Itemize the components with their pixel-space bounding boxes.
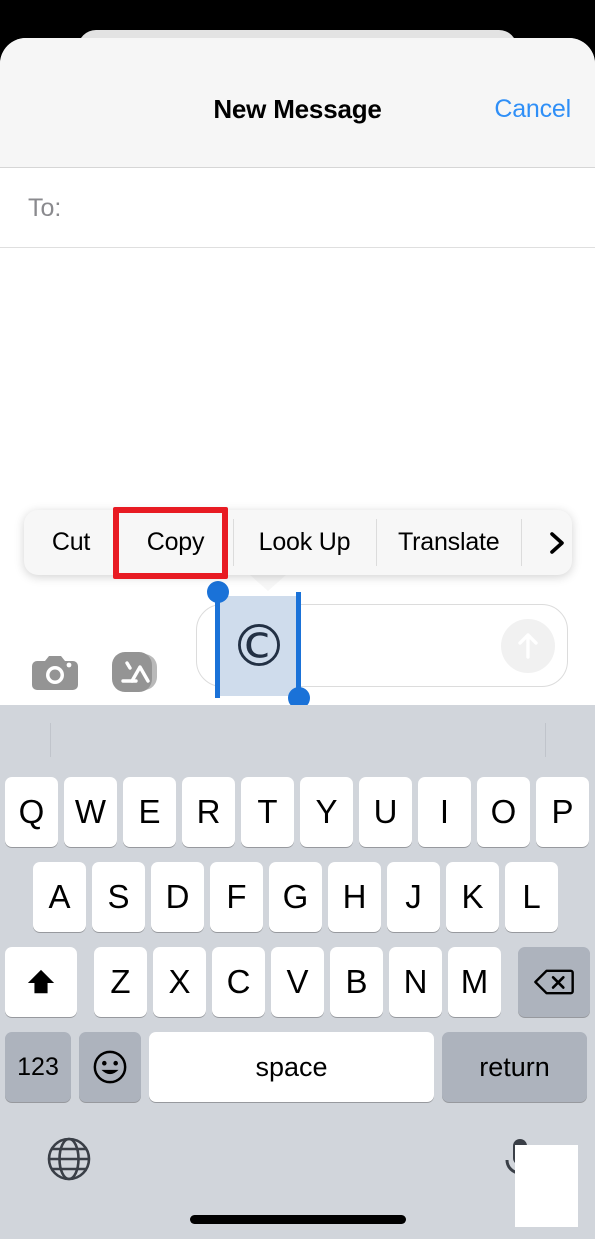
key-Q[interactable]: Q — [5, 777, 58, 847]
predictive-divider-1 — [50, 723, 51, 757]
return-key[interactable]: return — [442, 1032, 587, 1102]
keyboard-row-2: A S D F G H J K L — [0, 862, 595, 932]
key-X[interactable]: X — [153, 947, 206, 1017]
globe-language-icon[interactable] — [45, 1135, 93, 1183]
key-K[interactable]: K — [446, 862, 499, 932]
shift-arrow-up-icon — [27, 969, 55, 994]
key-V[interactable]: V — [271, 947, 324, 1017]
row-spacer-right — [507, 947, 518, 1017]
key-A[interactable]: A — [33, 862, 86, 932]
key-E[interactable]: E — [123, 777, 176, 847]
menu-item-cut[interactable]: Cut — [24, 510, 118, 575]
space-key[interactable]: space — [149, 1032, 434, 1102]
emoji-key[interactable] — [79, 1032, 141, 1102]
copyright-symbol-text: © — [230, 612, 288, 680]
key-F[interactable]: F — [210, 862, 263, 932]
menu-more-button[interactable] — [521, 510, 572, 575]
keyboard-row-4: 123 space return — [0, 1032, 595, 1102]
key-U[interactable]: U — [359, 777, 412, 847]
key-C[interactable]: C — [212, 947, 265, 1017]
menu-item-translate[interactable]: Translate — [376, 510, 521, 575]
send-button[interactable] — [501, 619, 555, 673]
key-P[interactable]: P — [536, 777, 589, 847]
key-Y[interactable]: Y — [300, 777, 353, 847]
numbers-key[interactable]: 123 — [5, 1032, 71, 1102]
send-arrow-up-icon — [518, 633, 538, 659]
menu-item-look-up[interactable]: Look Up — [233, 510, 376, 575]
onscreen-keyboard: Q W E R T Y U I O P A S D F G H J K L Z … — [0, 705, 595, 1239]
key-G[interactable]: G — [269, 862, 322, 932]
key-W[interactable]: W — [64, 777, 117, 847]
backspace-key[interactable] — [518, 947, 590, 1017]
chevron-right-icon — [550, 531, 565, 554]
selection-bar-end — [296, 592, 301, 698]
key-H[interactable]: H — [328, 862, 381, 932]
key-S[interactable]: S — [92, 862, 145, 932]
key-Z[interactable]: Z — [94, 947, 147, 1017]
recipient-label: To: — [28, 194, 62, 222]
key-M[interactable]: M — [448, 947, 501, 1017]
predictive-text-bar[interactable] — [0, 705, 595, 772]
selection-bar-start — [215, 592, 220, 698]
cancel-button[interactable]: Cancel — [494, 95, 571, 124]
emoji-smiley-icon — [93, 1050, 127, 1084]
home-indicator — [190, 1215, 406, 1224]
key-D[interactable]: D — [151, 862, 204, 932]
key-O[interactable]: O — [477, 777, 530, 847]
key-T[interactable]: T — [241, 777, 294, 847]
phone-screen: New Message Cancel To: © Cut Copy Look U… — [0, 0, 595, 1239]
edit-menu-tail — [249, 574, 287, 591]
menu-item-copy[interactable]: Copy — [118, 510, 233, 575]
key-R[interactable]: R — [182, 777, 235, 847]
key-L[interactable]: L — [505, 862, 558, 932]
keyboard-row-3: Z X C V B N M — [0, 947, 595, 1017]
selection-handle-start[interactable] — [207, 581, 229, 603]
recipient-row[interactable]: To: — [0, 168, 595, 248]
key-N[interactable]: N — [389, 947, 442, 1017]
overlay-white-patch — [515, 1145, 578, 1227]
shift-key[interactable] — [5, 947, 77, 1017]
key-I[interactable]: I — [418, 777, 471, 847]
row-spacer-left — [83, 947, 94, 1017]
key-J[interactable]: J — [387, 862, 440, 932]
keyboard-row-1: Q W E R T Y U I O P — [0, 777, 595, 847]
edit-menu: Cut Copy Look Up Translate — [24, 510, 572, 575]
app-store-icon[interactable] — [110, 650, 160, 694]
key-B[interactable]: B — [330, 947, 383, 1017]
navigation-bar: New Message Cancel — [0, 38, 595, 168]
backspace-delete-icon — [534, 969, 574, 995]
predictive-divider-2 — [545, 723, 546, 757]
camera-icon[interactable] — [31, 652, 79, 692]
